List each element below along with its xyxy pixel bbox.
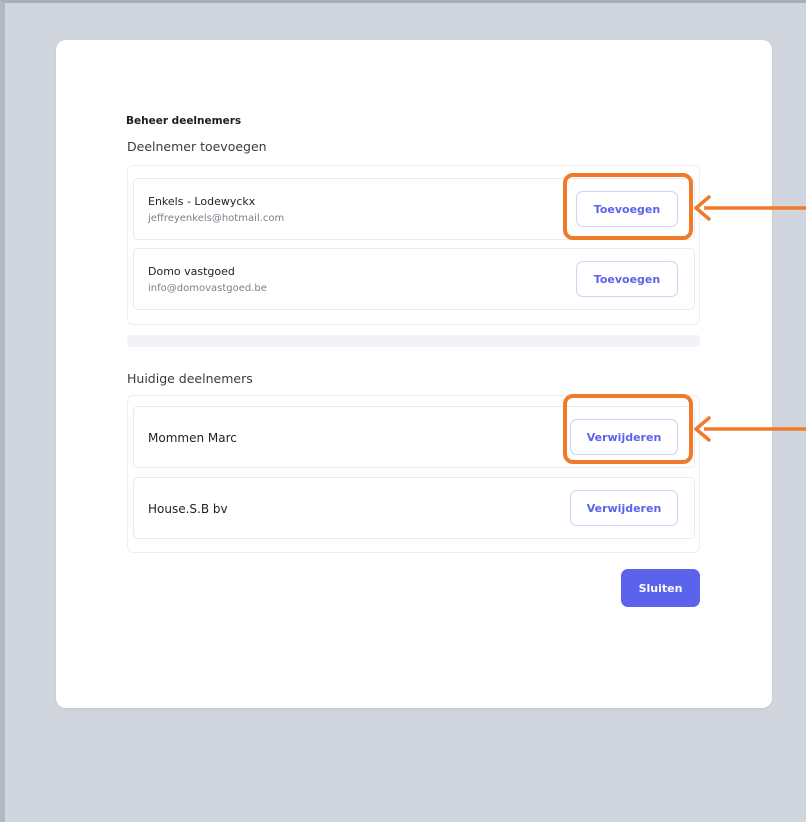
arrow-left-icon — [694, 416, 806, 442]
verwijderen-button-2[interactable]: Verwijderen — [570, 490, 678, 526]
add-section-title: Deelnemer toevoegen — [127, 139, 267, 154]
close-button[interactable]: Sluiten — [621, 569, 700, 607]
toevoegen-button-2[interactable]: Toevoegen — [576, 261, 678, 297]
highlight-toevoegen — [563, 173, 693, 240]
participant-name: Mommen Marc — [148, 431, 237, 445]
manage-participants-modal: Beheer deelnemers Deelnemer toevoegen En… — [56, 40, 772, 708]
participant-name: Domo vastgoed — [148, 265, 235, 278]
participant-email: info@domovastgoed.be — [148, 283, 267, 294]
modal-title: Beheer deelnemers — [126, 115, 242, 127]
current-section-title: Huidige deelnemers — [127, 371, 253, 386]
highlight-verwijderen — [563, 394, 693, 464]
section-divider — [127, 335, 700, 347]
participant-name: Enkels - Lodewyckx — [148, 195, 256, 208]
arrow-left-icon — [694, 195, 806, 221]
participant-email: jeffreyenkels@hotmail.com — [148, 213, 285, 224]
list-item: House.S.B bv Verwijderen — [133, 477, 695, 539]
participant-name: House.S.B bv — [148, 502, 228, 516]
list-item: Domo vastgoed info@domovastgoed.be Toevo… — [133, 248, 695, 310]
